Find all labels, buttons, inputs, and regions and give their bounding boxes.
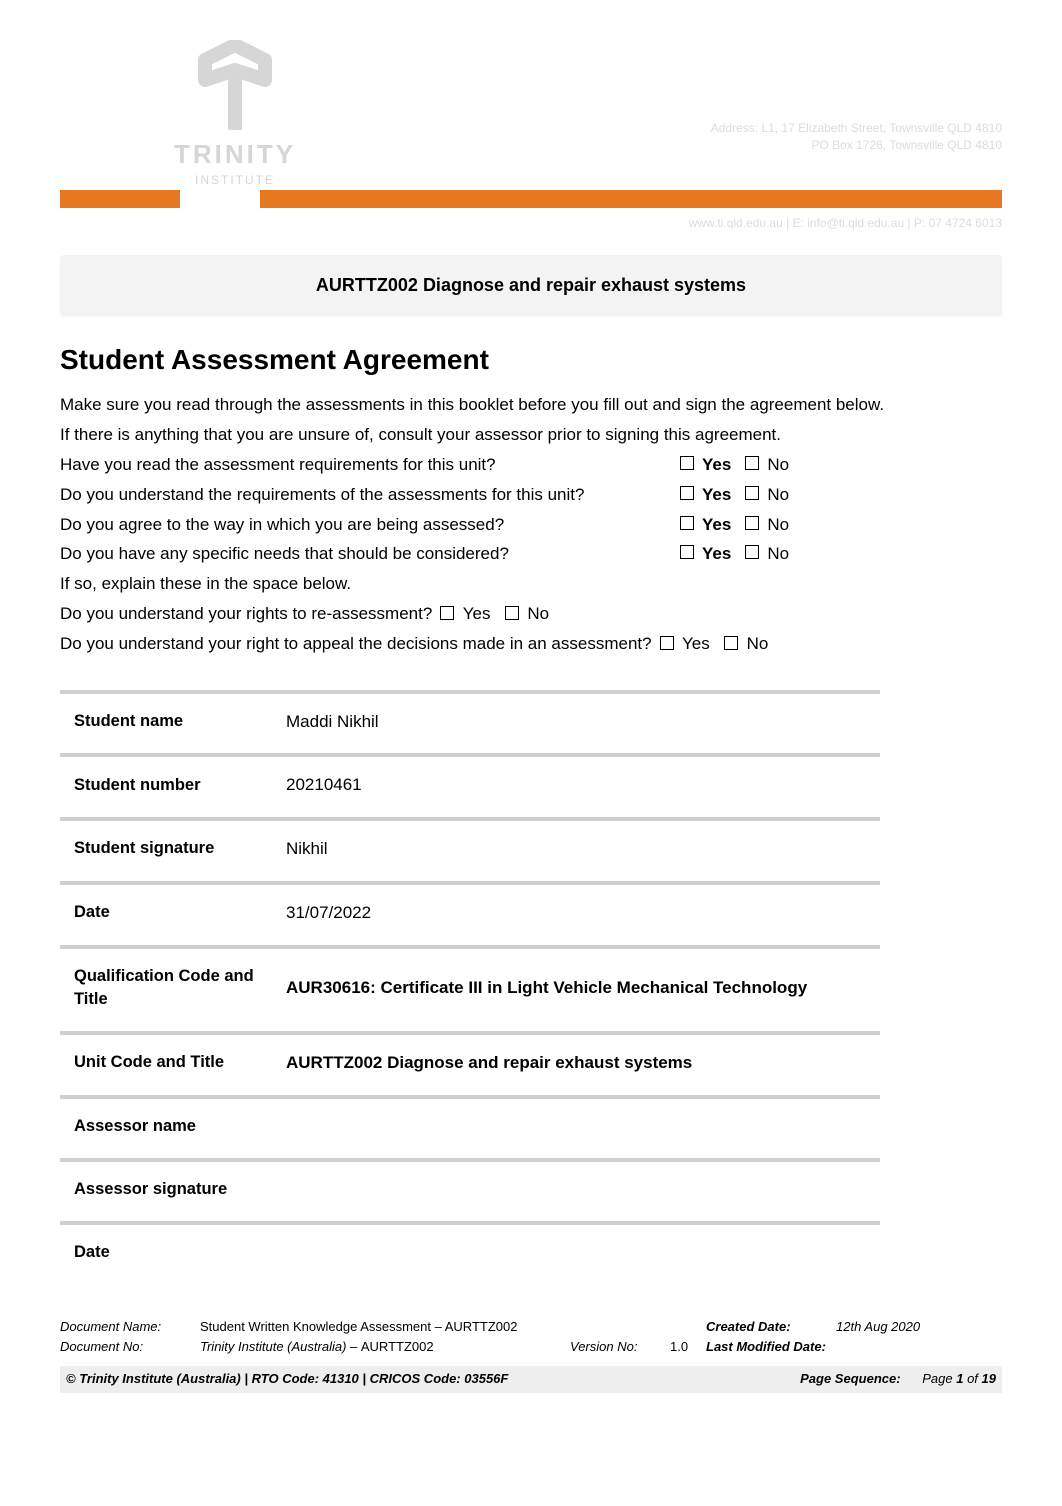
created-label: Created Date: (706, 1318, 836, 1336)
question-text: Do you understand your right to appeal t… (60, 632, 652, 656)
table-row: Assessor name (60, 1095, 880, 1152)
address-web: www.ti.qld.edu.au | E: info@ti.qld.edu.a… (689, 215, 1002, 232)
checkbox-yes-icon[interactable] (680, 486, 694, 500)
docname-value: Student Written Knowledge Assessment – A… (200, 1318, 570, 1336)
table-row-label: Qualification Code and Title (60, 945, 272, 1025)
option-no: No (527, 604, 549, 623)
option-yes: Yes (702, 513, 731, 537)
table-row-value: Nikhil (272, 817, 880, 875)
table-row-label: Student number (60, 753, 272, 811)
question-text: Do you agree to the way in which you are… (60, 513, 680, 537)
unit-title-band: AURTTZ002 Diagnose and repair exhaust sy… (60, 255, 1002, 316)
option-no: No (767, 483, 789, 507)
page-of: of (963, 1371, 981, 1386)
table-row-label: Student name (60, 690, 272, 748)
copyright-line: © Trinity Institute (Australia) | RTO Co… (66, 1370, 508, 1388)
option-no: No (767, 513, 789, 537)
table-row-label: Unit Code and Title (60, 1031, 272, 1089)
question-text: Do you understand your rights to re-asse… (60, 602, 432, 626)
table-row: Date (60, 1221, 880, 1278)
accent-bar-right (260, 190, 1002, 208)
table-row-value (272, 1095, 880, 1152)
option-no: No (747, 634, 769, 653)
created-value: 12th Aug 2020 (836, 1318, 946, 1336)
accent-bar-left (60, 190, 180, 208)
table-row-value: 31/07/2022 (272, 881, 880, 939)
checkbox-yes-icon[interactable] (660, 636, 674, 650)
logo-text: TRINITY (150, 136, 320, 172)
logo-mark-icon (195, 40, 275, 130)
document-header: TRINITY INSTITUTE Address: L1, 17 Elizab… (60, 40, 1002, 225)
checkbox-yes-icon[interactable] (440, 606, 454, 620)
checkbox-no-icon[interactable] (505, 606, 519, 620)
option-no: No (767, 542, 789, 566)
option-yes: Yes (702, 453, 731, 477)
table-row-value (272, 1221, 880, 1278)
pageseq-label: Page Sequence: (800, 1371, 900, 1386)
table-row: Student number20210461 (60, 753, 880, 811)
page-total: 19 (982, 1371, 996, 1386)
table-row-label: Student signature (60, 817, 272, 875)
option-yes: Yes (702, 483, 731, 507)
option-yes: Yes (682, 634, 710, 653)
address-block: Address: L1, 17 Elizabeth Street, Townsv… (711, 120, 1002, 154)
table-row-value: Maddi Nikhil (272, 690, 880, 748)
option-yes: Yes (702, 542, 731, 566)
question-text: Do you understand the requirements of th… (60, 483, 680, 507)
question-text: Do you have any specific needs that shou… (60, 542, 680, 566)
table-row-label: Assessor signature (60, 1158, 272, 1215)
lastmod-label: Last Modified Date: (706, 1338, 836, 1356)
questions-block: Have you read the assessment requirement… (60, 453, 1002, 656)
address-line1: Address: L1, 17 Elizabeth Street, Townsv… (711, 120, 1002, 137)
checkbox-no-icon[interactable] (724, 636, 738, 650)
page-prefix: Page (922, 1371, 956, 1386)
option-no: No (767, 453, 789, 477)
checkbox-yes-icon[interactable] (680, 545, 694, 559)
agreement-table: Student name Maddi NikhilStudent number2… (60, 684, 880, 1284)
logo-subtext: INSTITUTE (150, 172, 320, 189)
docno-label: Document No: (60, 1338, 200, 1356)
option-yes: Yes (463, 604, 491, 623)
docno-prefix: Trinity Institute (Australia) – (200, 1339, 361, 1354)
table-row: Student name Maddi Nikhil (60, 690, 880, 748)
checkbox-yes-icon[interactable] (680, 456, 694, 470)
docno-value: Trinity Institute (Australia) – AURTTZ00… (200, 1338, 570, 1356)
question-text: Have you read the assessment requirement… (60, 453, 680, 477)
address-line2: PO Box 1726, Townsville QLD 4810 (711, 137, 1002, 154)
table-row-label: Date (60, 1221, 272, 1278)
intro-block: Make sure you read through the assessmen… (60, 393, 1002, 447)
checkbox-no-icon[interactable] (745, 545, 759, 559)
table-row: Unit Code and TitleAURTTZ002 Diagnose an… (60, 1031, 880, 1089)
question-text: If so, explain these in the space below. (60, 572, 680, 596)
table-row-value: AUR30616: Certificate III in Light Vehic… (272, 945, 880, 1025)
checkbox-no-icon[interactable] (745, 456, 759, 470)
checkbox-no-icon[interactable] (745, 516, 759, 530)
document-footer: Document Name: Student Written Knowledge… (60, 1318, 1002, 1393)
checkbox-yes-icon[interactable] (680, 516, 694, 530)
version-value: 1.0 (670, 1338, 706, 1356)
table-row-value: 20210461 (272, 753, 880, 811)
checkbox-no-icon[interactable] (745, 486, 759, 500)
table-row-label: Date (60, 881, 272, 939)
logo: TRINITY INSTITUTE (150, 40, 320, 189)
docname-label: Document Name: (60, 1318, 200, 1336)
table-row-label: Assessor name (60, 1095, 272, 1152)
table-row: Date31/07/2022 (60, 881, 880, 939)
table-row: Qualification Code and TitleAUR30616: Ce… (60, 945, 880, 1025)
table-row: Student signatureNikhil (60, 817, 880, 875)
table-row-value: AURTTZ002 Diagnose and repair exhaust sy… (272, 1031, 880, 1089)
intro-p2: If there is anything that you are unsure… (60, 423, 1002, 447)
docno-code: AURTTZ002 (361, 1339, 434, 1354)
intro-p1: Make sure you read through the assessmen… (60, 393, 1002, 417)
version-label: Version No: (570, 1338, 670, 1356)
table-row-value (272, 1158, 880, 1215)
table-row: Assessor signature (60, 1158, 880, 1215)
section-heading: Student Assessment Agreement (60, 340, 1002, 379)
